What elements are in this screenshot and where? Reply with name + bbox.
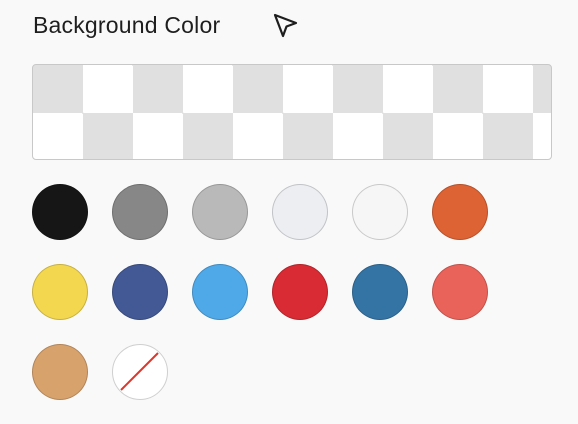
cursor-arrow-icon <box>273 13 298 38</box>
color-swatch-yellow[interactable] <box>32 264 88 320</box>
color-swatch-black[interactable] <box>32 184 88 240</box>
color-swatch-red[interactable] <box>272 264 328 320</box>
color-swatch-dark-gray[interactable] <box>112 184 168 240</box>
color-swatch-no-color[interactable] <box>112 344 168 400</box>
color-preview[interactable] <box>32 64 552 160</box>
color-swatch-salmon[interactable] <box>432 264 488 320</box>
panel-title: Background Color <box>33 11 221 38</box>
color-swatch-indigo[interactable] <box>112 264 168 320</box>
no-color-slash-icon <box>120 352 159 391</box>
color-swatch-off-white[interactable] <box>352 184 408 240</box>
color-swatch-light-gray[interactable] <box>272 184 328 240</box>
background-color-panel: Background Color <box>0 0 578 424</box>
color-swatch-gray[interactable] <box>192 184 248 240</box>
color-swatch-tan[interactable] <box>32 344 88 400</box>
color-swatch-steel-blue[interactable] <box>352 264 408 320</box>
panel-header: Background Color <box>33 8 220 42</box>
color-swatch-orange[interactable] <box>432 184 488 240</box>
color-swatch-sky-blue[interactable] <box>192 264 248 320</box>
